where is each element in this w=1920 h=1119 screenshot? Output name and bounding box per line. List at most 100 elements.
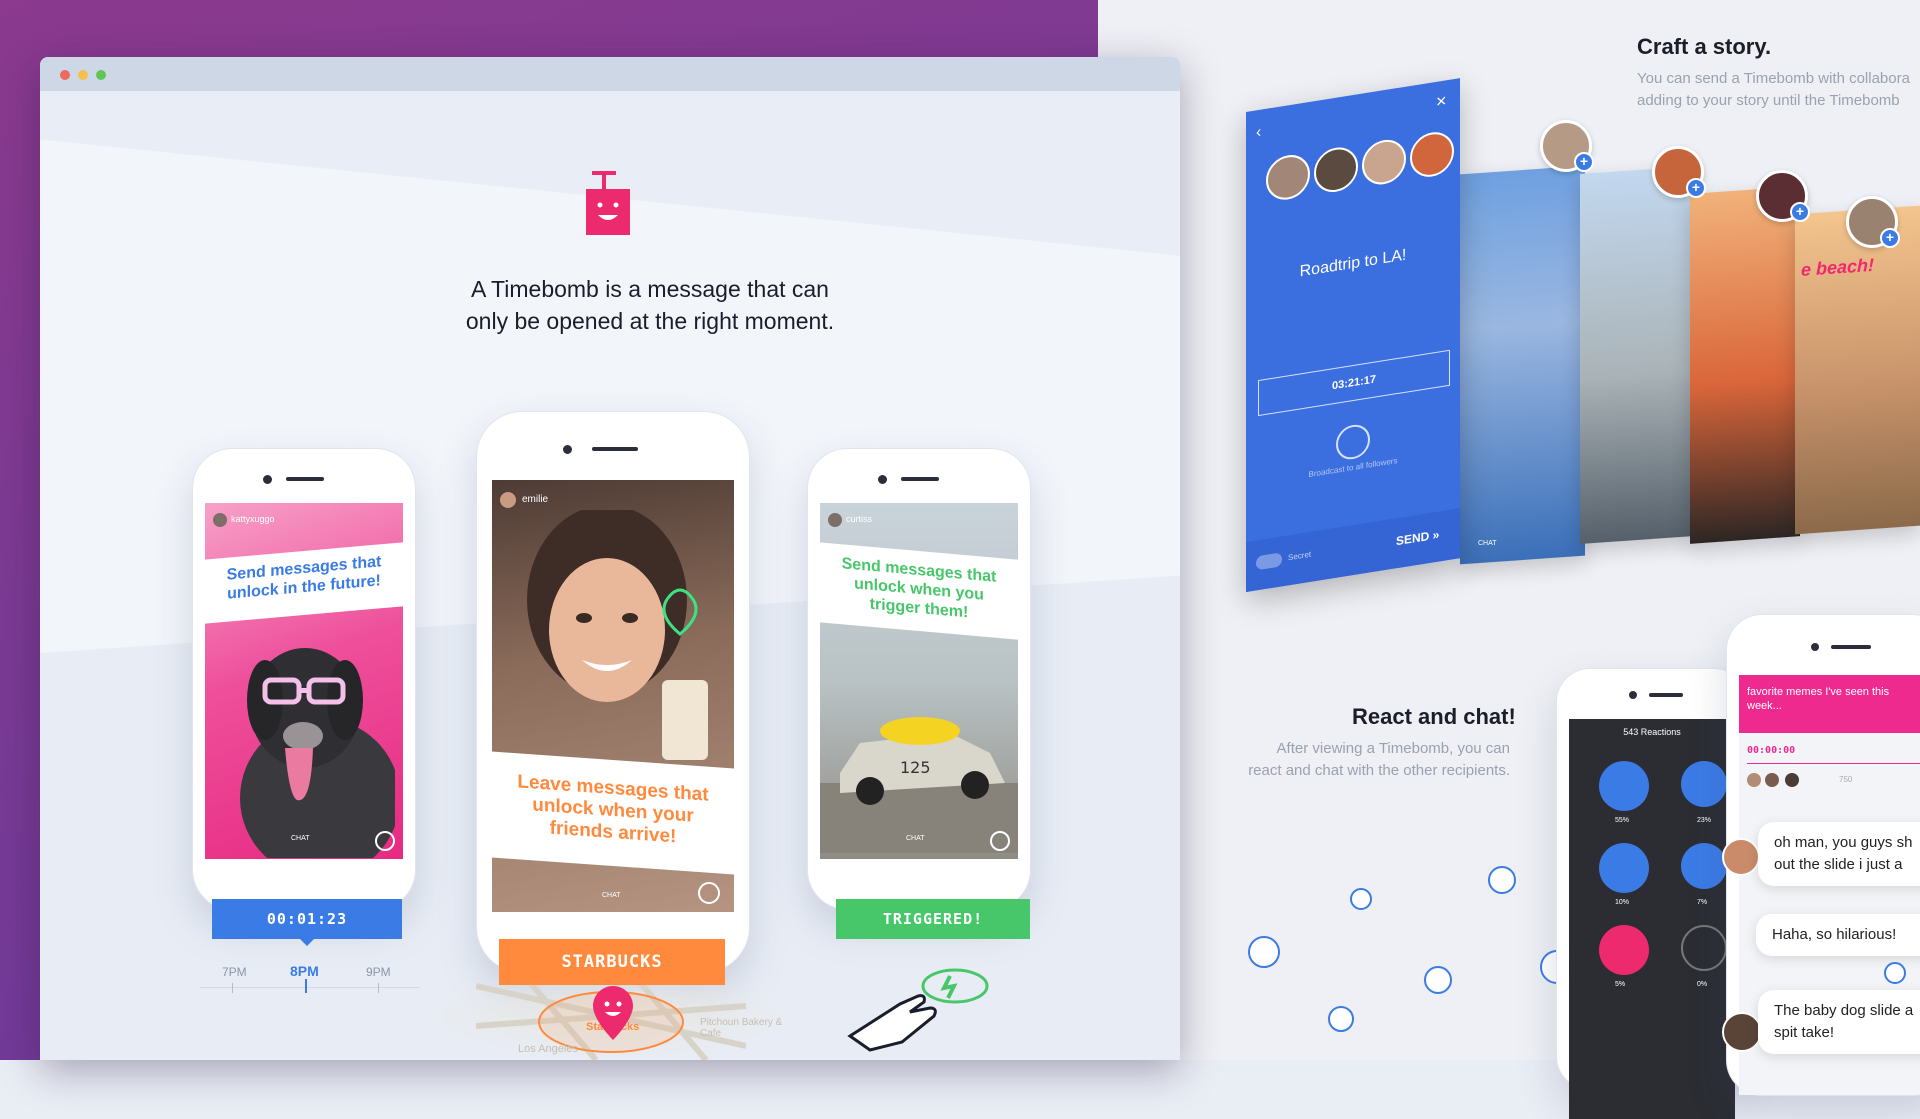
phone-speaker	[286, 477, 324, 481]
chat-message: Haha, so hilarious!	[1756, 914, 1920, 956]
story-slide-4[interactable]: e beach!	[1795, 205, 1920, 535]
user-avatar	[500, 492, 516, 508]
phone-trigger-unlock: curtiss Send messages that unlock when y…	[807, 448, 1031, 910]
chat-label[interactable]: CHAT	[1478, 540, 1497, 547]
broadcast-icon[interactable]	[1336, 422, 1370, 462]
selfie-photo	[527, 510, 708, 760]
floating-smiley-icon	[1488, 866, 1516, 894]
minimize-window-button[interactable]	[78, 70, 88, 80]
reactions-count: 543 Reactions	[1623, 727, 1681, 737]
send-button[interactable]: SEND »	[1396, 527, 1439, 548]
chat-label[interactable]: CHAT	[906, 835, 925, 842]
collaborator-avatar	[1314, 144, 1358, 196]
phone-screen[interactable]: kattyxuggo Send messages that unlock in …	[205, 503, 403, 859]
reaction-sad-icon[interactable]	[1599, 843, 1649, 893]
time-9pm: 9PM	[366, 965, 391, 979]
secret-toggle[interactable]	[1256, 552, 1282, 571]
react-smiley-icon[interactable]	[375, 831, 395, 851]
reactions-screen[interactable]: 543 Reactions 55% 23% 10% 7% 5% 0%	[1569, 719, 1735, 1119]
username: emilie	[522, 494, 549, 505]
react-smiley-icon[interactable]	[1884, 962, 1906, 984]
chat-label[interactable]: CHAT	[602, 892, 621, 899]
maximize-window-button[interactable]	[96, 70, 106, 80]
chat-label[interactable]: CHAT	[291, 835, 310, 842]
phone-camera	[1811, 643, 1819, 651]
story-slide-1[interactable]	[1460, 165, 1585, 565]
phone-speaker	[901, 477, 939, 481]
chat-progress-line	[1747, 763, 1920, 764]
story-slide-2[interactable]	[1580, 165, 1695, 545]
reaction-xd-icon[interactable]	[1599, 925, 1649, 975]
phone-location-unlock: emilie Leave messages that unlock when y…	[476, 411, 750, 973]
add-collaborator-icon[interactable]: +	[1686, 178, 1706, 198]
floating-smiley-icon	[1350, 888, 1372, 910]
react-section-title: React and chat!	[1352, 704, 1516, 729]
message-card: Leave messages that unlock when your fri…	[492, 751, 734, 875]
username: kattyxuggo	[231, 514, 275, 524]
sender-avatar-dog	[1722, 838, 1760, 876]
collaborator-avatar	[1266, 151, 1310, 203]
slide-caption: e beach!	[1801, 254, 1875, 280]
phone-screen[interactable]: emilie Leave messages that unlock when y…	[492, 480, 734, 912]
reaction-dead-icon[interactable]	[1681, 925, 1727, 971]
reaction-wow-icon[interactable]	[1681, 761, 1727, 807]
timer-badge-pointer	[300, 939, 314, 946]
time-7pm: 7PM	[222, 965, 247, 979]
back-chevron-icon[interactable]: ‹	[1256, 124, 1261, 143]
react-smiley-icon[interactable]	[990, 831, 1010, 851]
phone-speaker	[1649, 693, 1683, 697]
participant-avatar	[1785, 773, 1799, 787]
race-car-photo: 125	[820, 717, 1018, 853]
story-slide-3[interactable]	[1690, 186, 1800, 544]
hero-tagline: A Timebomb is a message that can only be…	[370, 273, 930, 337]
close-icon[interactable]: ×	[1436, 90, 1447, 113]
browser-titlebar	[40, 57, 1180, 91]
tagline-line-2: only be opened at the right moment.	[465, 308, 835, 334]
floating-smiley-icon	[1328, 1006, 1354, 1032]
reaction-percent: 10%	[1615, 899, 1630, 906]
react-body-line-1: After viewing a Timebomb, you can	[1276, 740, 1510, 757]
phone-screen[interactable]: curtiss Send messages that unlock when y…	[820, 503, 1018, 859]
story-title-text[interactable]: Roadtrip to LA!	[1246, 238, 1460, 290]
reaction-percent: 7%	[1697, 899, 1708, 906]
svg-text:125: 125	[900, 758, 931, 777]
reaction-percent: 55%	[1615, 817, 1630, 824]
reaction-percent: 5%	[1615, 981, 1626, 988]
phone-reactions: 543 Reactions 55% 23% 10% 7% 5% 0%	[1556, 668, 1748, 1119]
browser-window: A Timebomb is a message that can only be…	[40, 57, 1180, 1060]
story-body-line-2: adding to your story until the Timebomb	[1637, 92, 1900, 109]
message-card: Send messages that unlock when you trigg…	[820, 542, 1018, 640]
phone-camera	[563, 445, 572, 454]
story-section-body: You can send a Timebomb with collabora a…	[1637, 68, 1920, 112]
reaction-love-icon[interactable]	[1681, 843, 1727, 889]
time-8pm: 8PM	[290, 963, 319, 979]
chat-header-text: favorite memes I've seen this week...	[1747, 686, 1890, 712]
timebomb-logo-icon	[586, 171, 630, 235]
story-body-line-1: You can send a Timebomb with collabora	[1637, 70, 1910, 87]
map-label-los-angeles: Los Angeles	[518, 1043, 578, 1055]
timer-badge: 00:01:23	[212, 899, 402, 939]
chat-timer: 00:00:00	[1747, 745, 1796, 756]
countdown-field[interactable]: 03:21:17	[1258, 349, 1450, 417]
tap-hand-icon[interactable]	[840, 946, 1010, 1056]
reaction-percent: 23%	[1697, 817, 1712, 824]
phone-time-unlock: kattyxuggo Send messages that unlock in …	[192, 448, 416, 910]
secret-label: Secret	[1288, 549, 1312, 563]
react-body-line-2: react and chat with the other recipients…	[1248, 762, 1510, 779]
phone-camera	[878, 475, 887, 484]
add-collaborator-icon[interactable]: +	[1574, 152, 1594, 172]
user-avatar	[213, 513, 227, 527]
view-count: 750	[1839, 775, 1853, 784]
add-collaborator-icon[interactable]: +	[1790, 202, 1810, 222]
chat-header: favorite memes I've seen this week...	[1739, 675, 1920, 733]
react-smiley-icon[interactable]	[698, 882, 720, 904]
phone-speaker	[592, 447, 638, 451]
story-composer-panel: ‹ × Roadtrip to LA! 03:21:17 Broadcast t…	[1246, 78, 1460, 593]
phone-camera	[263, 475, 272, 484]
add-collaborator-icon[interactable]: +	[1880, 228, 1900, 248]
map-pin-icon	[593, 986, 633, 1040]
tagline-line-1: A Timebomb is a message that can	[471, 276, 829, 302]
close-window-button[interactable]	[60, 70, 70, 80]
chat-message: The baby dog slide a spit take!	[1758, 990, 1920, 1054]
reaction-laugh-icon[interactable]	[1599, 761, 1649, 811]
